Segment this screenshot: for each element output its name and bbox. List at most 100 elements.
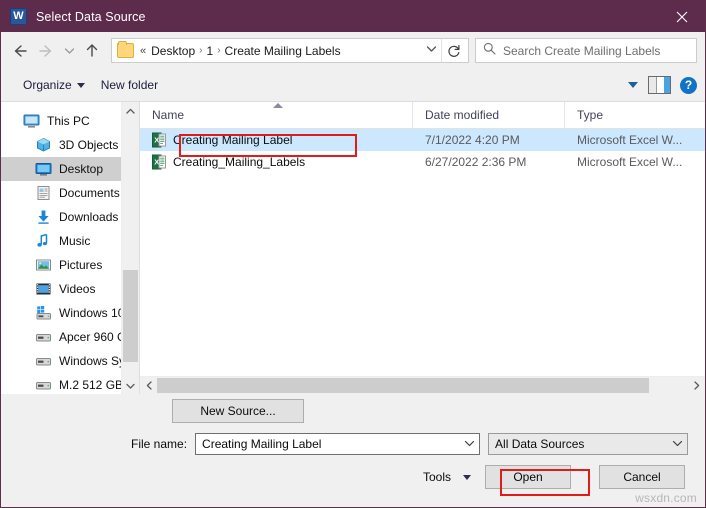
search-icon — [483, 42, 496, 60]
navigation-bar: « Desktop › 1 › Create Mailing Labels Se… — [1, 32, 705, 69]
file-name-cell: X Creating_Mailing_Labels — [140, 154, 413, 170]
column-headers: Name Date modified Type — [140, 102, 705, 129]
refresh-icon[interactable] — [441, 39, 466, 62]
select-data-source-dialog: W Select Data Source « Desktop › 1 › Cre… — [0, 0, 706, 508]
scroll-left-icon[interactable] — [140, 377, 157, 394]
file-name-text: Creating Mailing Label — [173, 133, 293, 147]
scrollbar-thumb[interactable] — [123, 270, 138, 362]
forward-icon — [33, 38, 59, 64]
scrollbar-track[interactable] — [157, 377, 688, 394]
sidebar-item-label: Desktop — [59, 162, 104, 176]
column-header-label: Date modified — [425, 108, 500, 122]
sort-ascending-icon — [273, 103, 283, 108]
drive-icon — [35, 353, 52, 369]
file-name-value: Creating Mailing Label — [202, 436, 322, 451]
sidebar-item-label: Downloads — [59, 210, 119, 224]
sidebar-item-label: 3D Objects — [59, 138, 119, 152]
window-title: Select Data Source — [36, 9, 146, 24]
file-rows: X Creating Mailing Label 7/1/2022 4:20 P… — [140, 129, 705, 376]
chevron-down-icon[interactable] — [459, 440, 479, 447]
sidebar-item-desktop[interactable]: Desktop — [1, 157, 139, 181]
up-icon[interactable] — [79, 38, 105, 64]
file-name-input[interactable]: Creating Mailing Label — [195, 432, 481, 455]
new-folder-label: New folder — [100, 78, 159, 92]
file-type-cell: Microsoft Excel W... — [577, 155, 683, 169]
caret-down-shape — [628, 82, 638, 88]
sidebar-item-apcer-960-gb-ssd[interactable]: Apcer 960 GB SS — [1, 325, 139, 349]
desktop-icon — [35, 161, 52, 177]
sidebar-item-m2-512-gb-ssd[interactable]: M.2 512 GB SSD — [1, 373, 139, 394]
sidebar-item-downloads[interactable]: Downloads — [1, 205, 139, 229]
breadcrumb-item-create-mailing-labels[interactable]: Create Mailing Labels — [222, 44, 344, 58]
sidebar-item-label: Documents — [59, 186, 120, 200]
table-row[interactable]: X Creating_Mailing_Labels 6/27/2022 2:36… — [140, 151, 705, 173]
file-type-filter-dropdown[interactable]: All Data Sources — [488, 432, 689, 455]
title-bar: W Select Data Source — [1, 1, 705, 32]
open-button[interactable]: Open — [485, 465, 571, 489]
sidebar-item-windows-system[interactable]: Windows System — [1, 349, 139, 373]
file-type-filter-value: All Data Sources — [495, 436, 585, 451]
chevron-down-icon[interactable] — [667, 440, 687, 447]
search-input[interactable]: Search Create Mailing Labels — [475, 38, 697, 63]
scrollbar-thumb[interactable] — [157, 378, 649, 393]
sidebar-item-pictures[interactable]: Pictures — [1, 253, 139, 277]
view-options-caret-icon[interactable] — [622, 82, 644, 88]
sidebar-item-this-pc[interactable]: This PC — [1, 109, 139, 133]
close-icon[interactable] — [659, 1, 705, 32]
address-bar[interactable]: « Desktop › 1 › Create Mailing Labels — [111, 38, 469, 63]
svg-text:X: X — [154, 157, 159, 166]
watermark: wsxdn.com — [635, 491, 697, 505]
tools-label: Tools — [422, 470, 451, 484]
file-date-cell: 7/1/2022 4:20 PM — [425, 133, 520, 147]
sidebar-item-videos[interactable]: Videos — [1, 277, 139, 301]
recent-locations-icon[interactable] — [59, 38, 79, 64]
file-name-text: Creating_Mailing_Labels — [173, 155, 306, 169]
sidebar-item-label: Pictures — [59, 258, 103, 272]
table-row[interactable]: X Creating Mailing Label 7/1/2022 4:20 P… — [140, 129, 705, 151]
column-header-date-modified[interactable]: Date modified — [413, 102, 565, 128]
dialog-buttons-row: Tools Open Cancel — [1, 459, 705, 495]
back-icon[interactable] — [7, 38, 33, 64]
scroll-up-icon[interactable] — [122, 102, 139, 119]
organize-label: Organize — [23, 78, 72, 92]
file-type-cell: Microsoft Excel W... — [577, 133, 683, 147]
excel-file-icon: X — [152, 132, 166, 148]
sidebar-scrollbar[interactable] — [121, 102, 139, 394]
scroll-right-icon[interactable] — [688, 377, 705, 394]
computer-icon — [23, 113, 40, 129]
music-icon — [35, 233, 52, 249]
file-date-cell: 6/27/2022 2:36 PM — [425, 155, 527, 169]
tools-button[interactable]: Tools — [423, 470, 471, 484]
system-drive-icon — [35, 305, 52, 321]
sidebar-item-music[interactable]: Music — [1, 229, 139, 253]
file-list-horizontal-scrollbar[interactable] — [140, 376, 705, 394]
sidebar-item-documents[interactable]: Documents — [1, 181, 139, 205]
column-header-type[interactable]: Type — [565, 102, 705, 128]
sidebar-item-windows-10-pro[interactable]: Windows 10 Pro — [1, 301, 139, 325]
file-list-pane: Name Date modified Type X Creating Maili… — [139, 102, 705, 394]
sidebar-item-label: Videos — [59, 282, 96, 296]
preview-pane-icon[interactable] — [648, 76, 671, 94]
chevron-down-icon[interactable] — [421, 45, 441, 56]
new-folder-button[interactable]: New folder — [93, 75, 166, 95]
organize-button[interactable]: Organize — [15, 75, 93, 95]
breadcrumb-item-desktop[interactable]: Desktop — [148, 44, 198, 58]
sidebar-item-3d-objects[interactable]: 3D Objects — [1, 133, 139, 157]
breadcrumb-overflow[interactable]: « — [138, 45, 148, 57]
word-icon: W — [10, 8, 27, 25]
breadcrumb-item-1[interactable]: 1 — [204, 44, 217, 58]
help-icon[interactable]: ? — [680, 76, 697, 94]
dialog-body: This PC 3D Objects Desktop Documents Dow… — [1, 102, 705, 394]
scroll-down-icon[interactable] — [122, 377, 139, 394]
pictures-icon — [35, 257, 52, 273]
videos-icon — [35, 281, 52, 297]
downloads-icon — [35, 209, 52, 225]
column-header-name[interactable]: Name — [140, 102, 413, 128]
column-header-label: Name — [152, 108, 185, 122]
new-source-button[interactable]: New Source... — [172, 399, 304, 423]
new-source-row: New Source... — [1, 394, 705, 428]
drive-icon — [35, 377, 52, 393]
cancel-button[interactable]: Cancel — [599, 465, 685, 489]
3d-objects-icon — [35, 137, 52, 153]
command-bar: Organize New folder ? — [1, 69, 705, 102]
